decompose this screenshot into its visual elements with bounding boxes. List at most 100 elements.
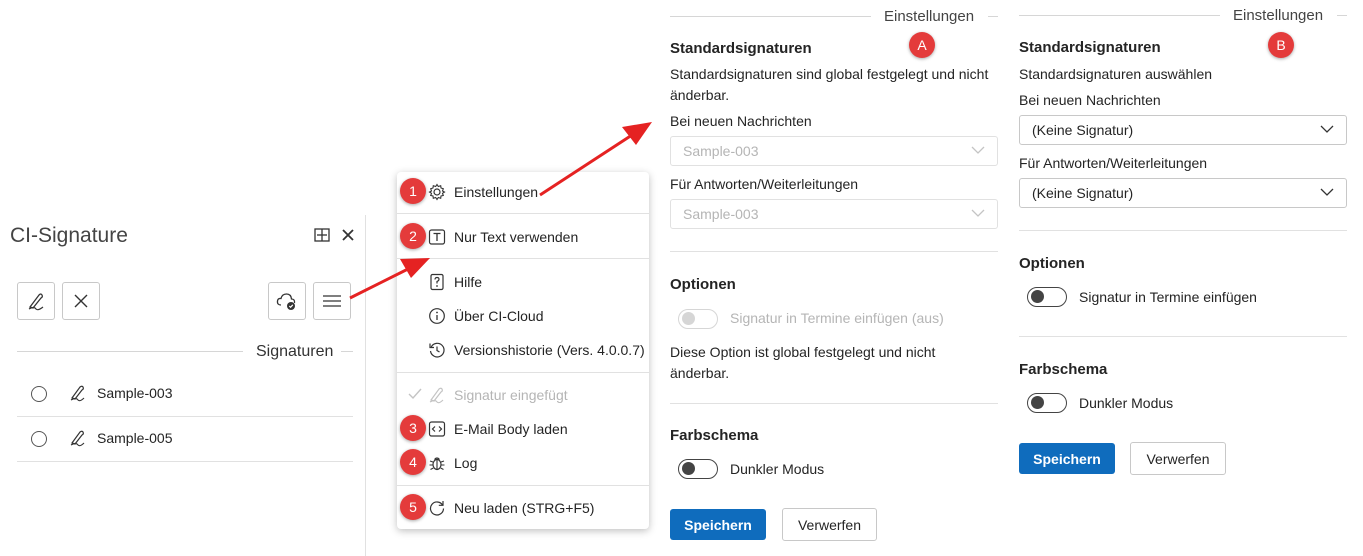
- pen-icon: [70, 430, 85, 447]
- select-value: (Keine Signatur): [1032, 122, 1134, 138]
- chevron-down-icon: [971, 209, 985, 217]
- dark-mode-label: Dunkler Modus: [1079, 395, 1174, 411]
- new-messages-label: Bei neuen Nachrichten: [1019, 92, 1161, 108]
- new-messages-label: Bei neuen Nachrichten: [670, 113, 812, 129]
- menu-item-label: E-Mail Body laden: [454, 421, 568, 437]
- panel-badge: A: [909, 32, 935, 58]
- select-value: Sample-003: [683, 143, 759, 159]
- std-signatures-description: Standardsignaturen auswählen: [1019, 66, 1213, 82]
- discard-button[interactable]: Verwerfen: [1130, 442, 1226, 475]
- menu-item-version-history[interactable]: Versionshistorie (Vers. 4.0.0.7): [397, 335, 649, 365]
- menu-item-label: Log: [454, 455, 478, 471]
- pen-icon: [70, 385, 85, 402]
- pin-icon[interactable]: [313, 226, 331, 244]
- menu-separator: [397, 258, 649, 259]
- cloud-sync-button[interactable]: [268, 282, 306, 320]
- menu-item-log[interactable]: Log: [397, 448, 649, 478]
- gear-icon: [428, 183, 446, 201]
- step-badge: 1: [400, 178, 426, 204]
- pane-title: CI-Signature: [10, 224, 128, 247]
- remove-signature-button[interactable]: [62, 282, 100, 320]
- appointments-toggle-label: Signatur in Termine einfügen (aus): [730, 310, 944, 326]
- text-icon: [428, 229, 446, 245]
- section-divider: [670, 251, 998, 252]
- color-scheme-title: Farbschema: [670, 427, 759, 444]
- code-icon: [428, 421, 446, 437]
- menu-item-text-only[interactable]: Nur Text verwenden: [397, 222, 649, 252]
- color-scheme-title: Farbschema: [1019, 361, 1108, 378]
- menu-item-label: Nur Text verwenden: [454, 229, 579, 245]
- check-icon: [408, 388, 422, 400]
- std-signatures-description: Standardsignaturen sind global festgeleg…: [670, 66, 989, 103]
- dark-mode-label: Dunkler Modus: [730, 461, 825, 477]
- signature-radio[interactable]: [31, 386, 47, 402]
- signature-radio[interactable]: [31, 431, 47, 447]
- menu-item-label: Einstellungen: [454, 184, 539, 200]
- header-divider: [988, 16, 998, 17]
- menu-separator: [397, 372, 649, 373]
- dark-mode-toggle[interactable]: [1027, 393, 1067, 413]
- save-button[interactable]: Speichern: [670, 509, 766, 540]
- hamburger-icon: [323, 295, 341, 307]
- section-divider: [1019, 336, 1347, 337]
- menu-item-signature-inserted: Signatur eingefügt: [397, 380, 649, 410]
- appointments-toggle-label: Signatur in Termine einfügen: [1079, 289, 1257, 305]
- replies-label: Für Antworten/Weiterleitungen: [1019, 155, 1208, 171]
- dark-mode-toggle[interactable]: [678, 459, 718, 479]
- insert-signature-button[interactable]: [17, 282, 55, 320]
- appointments-toggle[interactable]: [1027, 287, 1067, 307]
- close-icon: [74, 294, 88, 308]
- bug-icon: [429, 457, 445, 471]
- new-messages-select[interactable]: (Keine Signatur): [1019, 115, 1347, 145]
- replies-select: Sample-003: [670, 199, 998, 229]
- std-signatures-title: Standardsignaturen: [670, 40, 812, 57]
- replies-select[interactable]: (Keine Signatur): [1019, 178, 1347, 208]
- signature-name: Sample-003: [97, 385, 173, 401]
- menu-button[interactable]: [313, 282, 351, 320]
- pen-icon: [28, 293, 44, 311]
- menu-item-help[interactable]: Hilfe: [397, 267, 649, 297]
- signatures-section-title: Signaturen: [256, 343, 334, 360]
- std-signatures-title: Standardsignaturen: [1019, 39, 1161, 56]
- help-icon: [430, 273, 444, 291]
- section-divider: [1019, 230, 1347, 231]
- panel-b-header: Einstellungen: [1233, 7, 1324, 24]
- header-divider: [1019, 15, 1220, 16]
- signature-row[interactable]: Sample-003: [17, 371, 353, 417]
- close-icon[interactable]: [342, 229, 354, 241]
- reload-icon: [429, 501, 445, 516]
- header-divider: [670, 16, 871, 17]
- menu-item-reload[interactable]: Neu laden (STRG+F5): [397, 493, 649, 523]
- chevron-down-icon: [971, 146, 985, 154]
- section-divider: [670, 403, 998, 404]
- discard-button[interactable]: Verwerfen: [782, 508, 877, 541]
- menu-separator: [397, 213, 649, 214]
- signature-name: Sample-005: [97, 430, 173, 446]
- pane-divider: [365, 215, 366, 556]
- appointments-toggle: [678, 309, 718, 329]
- info-icon: [429, 308, 445, 324]
- menu-item-about[interactable]: Über CI-Cloud: [397, 301, 649, 331]
- section-divider: [17, 351, 243, 352]
- menu-item-label: Signatur eingefügt: [454, 387, 568, 403]
- menu-item-label: Neu laden (STRG+F5): [454, 500, 595, 516]
- menu-item-settings[interactable]: Einstellungen: [397, 177, 649, 207]
- pen-icon: [429, 387, 444, 404]
- step-badge: 2: [400, 223, 426, 249]
- save-button[interactable]: Speichern: [1019, 443, 1115, 474]
- menu-separator: [397, 485, 649, 486]
- step-badge: 5: [400, 494, 426, 520]
- menu-item-load-email-body[interactable]: E-Mail Body laden: [397, 414, 649, 444]
- menu-item-label: Versionshistorie (Vers. 4.0.0.7): [454, 342, 645, 358]
- select-value: (Keine Signatur): [1032, 185, 1134, 201]
- chevron-down-icon: [1320, 188, 1334, 196]
- panel-badge: B: [1268, 32, 1294, 58]
- section-divider: [341, 351, 353, 352]
- signature-row[interactable]: Sample-005: [17, 416, 353, 462]
- context-menu: Einstellungen Nur Text verwenden Hilfe Ü…: [397, 172, 649, 529]
- panel-a-header: Einstellungen: [884, 8, 975, 25]
- options-title: Optionen: [1019, 255, 1085, 272]
- header-divider: [1337, 15, 1347, 16]
- select-value: Sample-003: [683, 206, 759, 222]
- step-badge: 3: [400, 415, 426, 441]
